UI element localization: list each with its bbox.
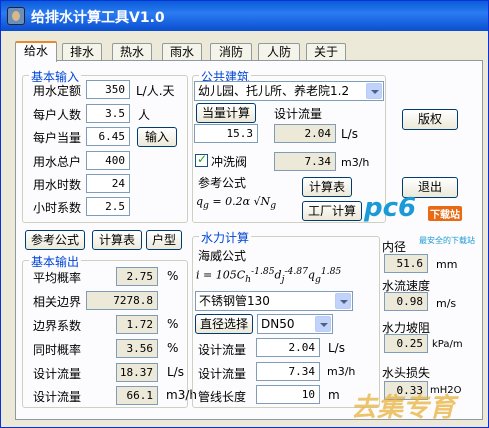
simultaneous-probability-label: 同时概率 — [33, 343, 82, 357]
water-hours-input[interactable]: 24 — [86, 174, 130, 193]
title-bar[interactable]: 给排水计算工具V1.0 — [1, 1, 488, 31]
household-equivalent-input[interactable]: 6.45 — [86, 127, 130, 146]
diameter-select-button[interactable]: 直径选择 — [195, 314, 253, 334]
hydraulic-flow-m3h-unit: m3/h — [327, 365, 356, 378]
chevron-down-icon[interactable] — [366, 83, 382, 99]
total-households-input[interactable]: 400 — [86, 151, 130, 170]
input-button[interactable]: 输入 — [137, 127, 177, 147]
water-quota-unit: L/人.天 — [136, 84, 175, 98]
hydraulic-flow-m3h-input[interactable]: 7.34 — [256, 362, 320, 381]
tab-civil-defense[interactable]: 人防 — [258, 43, 300, 61]
hydraulic-flow-ls-label: 设计流量 — [198, 343, 247, 357]
public-design-flow-label: 设计流量 — [274, 107, 323, 121]
pipe-length-unit: m — [328, 388, 340, 402]
inner-diameter-value: 51.6 — [384, 254, 428, 273]
reference-formula-button[interactable]: 参考公式 — [25, 230, 85, 250]
design-flow-ls-value: 18.37 — [116, 363, 158, 382]
persons-per-household-input[interactable]: 3.5 — [86, 104, 130, 123]
flush-valve-checkbox[interactable] — [195, 152, 208, 167]
hazen-formula-label: 海威公式 — [198, 249, 247, 263]
head-loss-label: 水头损失 — [382, 366, 431, 380]
factory-calc-button[interactable]: 工厂计算 — [302, 201, 362, 221]
public-formula-expression: qg = 0.2α √Ng — [196, 195, 277, 212]
tab-fire[interactable]: 消防 — [210, 43, 252, 61]
hydraulic-title: 水力计算 — [199, 229, 252, 246]
bottom-watermark: 去集专育 — [351, 393, 456, 423]
simultaneous-probability-unit: % — [167, 341, 179, 355]
public-flow-m3h-unit: m3/h — [341, 156, 370, 169]
hydraulic-slope-value: 0.25 — [384, 334, 428, 353]
tab-panel: 基本输入 用水定额 350 L/人.天 每户人数 3.5 人 每户当量 6.45… — [15, 60, 483, 420]
design-flow-m3h-label: 设计流量 — [33, 390, 82, 404]
building-type-value: 幼儿园、托儿所、养老院1.2 — [198, 84, 350, 98]
pipe-length-label: 管线长度 — [198, 390, 247, 404]
tab-about[interactable]: 关于 — [306, 43, 346, 61]
average-probability-label: 平均概率 — [33, 271, 82, 285]
design-flow-m3h-value: 66.1 — [116, 386, 158, 405]
tab-hot-water[interactable]: 热水 — [112, 43, 152, 61]
public-formula-label: 参考公式 — [198, 176, 247, 190]
inner-diameter-label: 内径 — [382, 240, 407, 254]
persons-unit: 人 — [138, 108, 151, 122]
pc6-watermark-slogan: 最安全的下载站 — [419, 236, 475, 245]
building-type-select[interactable]: 幼儿园、托儿所、养老院1.2 — [194, 81, 384, 101]
velocity-value: 0.98 — [384, 292, 428, 311]
hydraulic-flow-m3h-label: 设计流量 — [198, 367, 247, 381]
total-households-label: 用水总户 — [33, 155, 82, 169]
calc-table-button[interactable]: 计算表 — [92, 230, 142, 250]
window-title: 给排水计算工具V1.0 — [31, 10, 165, 26]
average-probability-value: 2.75 — [116, 267, 158, 286]
tab-drainage[interactable]: 排水 — [62, 43, 102, 61]
boundary-coefficient-value: 1.72 — [116, 315, 158, 334]
pc6-watermark-logo: pc6 — [364, 193, 417, 223]
public-calc-table-button[interactable]: 计算表 — [302, 177, 352, 197]
equivalent-value-input[interactable]: 15.3 — [194, 124, 258, 143]
tab-rainwater[interactable]: 雨水 — [162, 43, 202, 61]
hydraulic-flow-ls-input[interactable]: 2.04 — [256, 338, 320, 357]
copyright-button[interactable]: 版权 — [402, 109, 458, 130]
water-quota-label: 用水定额 — [33, 84, 82, 98]
water-hours-label: 用水时数 — [33, 178, 82, 192]
hour-coefficient-input[interactable]: 2.5 — [86, 197, 130, 216]
simultaneous-probability-value: 3.56 — [116, 339, 158, 358]
hydraulic-slope-unit: kPa/m — [432, 339, 463, 350]
chevron-down-icon[interactable] — [335, 293, 351, 309]
equivalent-calc-button[interactable]: 当量计算 — [196, 103, 256, 123]
pc6-watermark-tag: 下载站 — [428, 206, 462, 221]
dn-select[interactable]: DN50 — [257, 314, 333, 334]
pipe-material-select[interactable]: 不锈钢管130 — [195, 291, 353, 311]
dn-value: DN50 — [261, 317, 295, 331]
pipe-material-value: 不锈钢管130 — [199, 294, 270, 308]
inner-diameter-unit: mm — [436, 258, 458, 271]
tab-water-supply[interactable]: 给水 — [15, 41, 57, 62]
app-icon[interactable] — [7, 7, 25, 25]
correlation-boundary-value: 7278.8 — [86, 291, 158, 310]
design-flow-ls-label: 设计流量 — [33, 367, 82, 381]
persons-per-household-label: 每户人数 — [33, 108, 82, 122]
velocity-unit: m/s — [436, 297, 457, 310]
boundary-coefficient-label: 边界系数 — [33, 319, 82, 333]
public-flow-ls-unit: L/s — [341, 127, 358, 141]
house-type-button[interactable]: 户型 — [146, 230, 182, 250]
public-flow-m3h-value: 7.34 — [274, 152, 336, 171]
boundary-coefficient-unit: % — [167, 317, 179, 331]
basic-output-title: 基本输出 — [29, 253, 82, 270]
correlation-boundary-label: 相关边界 — [33, 295, 82, 309]
hazen-formula-expression: i = 105Ch-1.85dj-4.87qg1.85 — [196, 266, 342, 285]
hydraulic-flow-ls-unit: L/s — [328, 341, 345, 355]
flush-valve-label: 冲洗阀 — [211, 155, 248, 169]
design-flow-ls-unit: L/s — [167, 365, 184, 379]
pipe-length-input[interactable]: 10 — [256, 385, 320, 404]
household-equivalent-label: 每户当量 — [33, 131, 82, 145]
chevron-down-icon[interactable] — [315, 316, 331, 332]
hour-coefficient-label: 小时系数 — [33, 201, 82, 215]
water-quota-input[interactable]: 350 — [86, 80, 130, 99]
public-flow-ls-value: 2.04 — [274, 124, 336, 143]
average-probability-unit: % — [167, 269, 179, 283]
app-window: 给排水计算工具V1.0 给水 排水 热水 雨水 消防 人防 关于 基本输入 用水… — [0, 0, 489, 428]
